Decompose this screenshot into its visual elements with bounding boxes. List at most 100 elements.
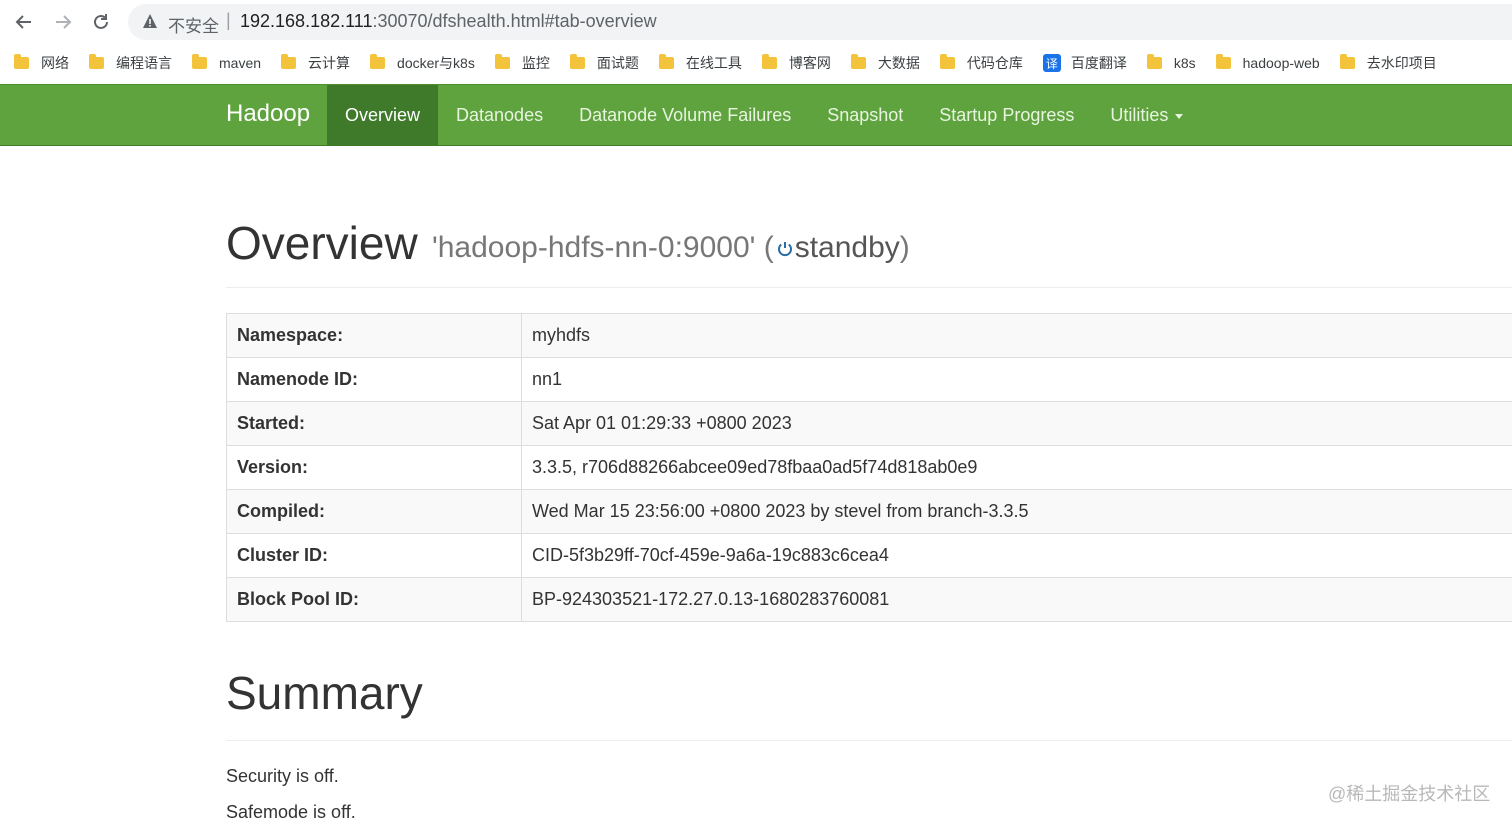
folder-icon — [658, 54, 674, 69]
hadoop-navbar: Hadoop Overview Datanodes Datanode Volume … — [0, 84, 1512, 146]
row-label: Version: — [226, 445, 522, 490]
nav-item-utilities[interactable]: Utilities — [1092, 85, 1201, 145]
bookmark-label: 去水印项目 — [1366, 55, 1437, 71]
bookmark-label: 博客网 — [788, 55, 831, 71]
folder-icon — [850, 54, 866, 69]
power-icon — [776, 232, 794, 266]
bookmark-item[interactable]: maven — [192, 54, 262, 71]
table-row: Block Pool ID: BP-924303521-172.27.0.13-1… — [226, 577, 1512, 622]
reload-icon — [94, 14, 108, 29]
bookmark-label: 代码仓库 — [966, 55, 1023, 71]
folder-icon — [14, 54, 29, 69]
folder-icon — [89, 54, 104, 69]
bookmark-label: maven — [219, 55, 262, 71]
namenode-host: 'hadoop-hdfs-nn-0:9000' — [432, 231, 756, 264]
bookmark-item[interactable]: 在线工具 — [658, 53, 742, 73]
url-text[interactable]: 192.168.182.111:30070/dfshealth.html#tab… — [240, 11, 657, 32]
brand-logo[interactable]: Hadoop — [226, 100, 310, 128]
table-row: Namenode ID: nn1 — [226, 357, 1512, 402]
row-value: myhdfs — [521, 313, 1512, 358]
nav-item-overview[interactable]: Overview — [327, 85, 439, 145]
insecure-label[interactable]: 不安全 — [168, 12, 219, 37]
nav-item-datanode-volume-failures[interactable]: Datanode Volume Failures — [561, 85, 809, 145]
nav-item-label: Datanodes — [456, 104, 544, 125]
back-button[interactable] — [12, 10, 36, 34]
row-value: CID-5f3b29ff-70cf-459e-9a6a-19c883c6cea4 — [521, 533, 1512, 578]
row-label: Namespace: — [226, 313, 522, 358]
arrow-right-icon — [56, 15, 72, 29]
row-value: nn1 — [521, 357, 1512, 402]
bookmark-item[interactable]: 代码仓库 — [939, 53, 1023, 73]
bookmark-label: docker与k8s — [397, 55, 475, 71]
row-value: BP-924303521-172.27.0.13-1680283760081 — [521, 577, 1512, 622]
nav-item-label: Datanode Volume Failures — [579, 104, 792, 125]
nav-item-startup-progress[interactable]: Startup Progress — [921, 85, 1092, 145]
caret-down-icon — [1175, 113, 1184, 119]
reload-button[interactable] — [89, 10, 113, 34]
bookmark-label: 百度翻译 — [1070, 55, 1127, 71]
table-row: Started: Sat Apr 01 01:29:33 +0800 2023 — [226, 401, 1512, 446]
safemode-status: Safemode is off. — [226, 802, 356, 822]
row-label: Cluster ID: — [226, 533, 522, 578]
row-value: Wed Mar 15 23:56:00 +0800 2023 by stevel… — [521, 489, 1512, 534]
row-label: Namenode ID: — [226, 357, 522, 402]
url-input[interactable]: 不安全 | 192.168.182.111:30070/dfshealth.ht… — [128, 4, 1512, 40]
table-row: Version: 3.3.5, r706d88266abcee09ed78fbaa… — [226, 445, 1512, 490]
bookmark-item[interactable]: 大数据 — [850, 53, 920, 73]
nav-item-label: Startup Progress — [939, 104, 1075, 125]
overview-header: Overview 'hadoop-hdfs-nn-0:9000' (standb… — [226, 216, 1512, 288]
warning-icon — [142, 13, 158, 34]
security-status: Security is off. — [226, 766, 339, 786]
row-label: Started: — [226, 401, 522, 446]
watermark: @稀土掘金技术社区 — [1328, 784, 1491, 804]
folder-icon — [1146, 54, 1162, 69]
folder-icon — [494, 54, 510, 69]
nav-item-datanodes[interactable]: Datanodes — [438, 85, 561, 145]
bookmark-label: 监控 — [521, 55, 550, 71]
url-host: 192.168.182.111 — [240, 11, 373, 31]
nav-item-snapshot[interactable]: Snapshot — [809, 85, 921, 145]
bookmark-item[interactable]: k8s — [1146, 54, 1196, 71]
row-label: Block Pool ID: — [226, 577, 522, 622]
arrow-left-icon — [15, 15, 31, 29]
row-value: 3.3.5, r706d88266abcee09ed78fbaa0ad5f74d… — [521, 445, 1512, 490]
bookmark-label: 编程语言 — [116, 55, 172, 71]
folder-icon — [370, 54, 386, 69]
bookmark-item[interactable]: hadoop-web — [1215, 54, 1320, 71]
bookmark-item[interactable]: 云计算 — [281, 53, 350, 73]
nav-item-label: Snapshot — [827, 104, 904, 125]
bookmark-label: 大数据 — [877, 55, 920, 71]
bookmark-item[interactable]: 网络 — [14, 53, 69, 73]
folder-icon — [1339, 54, 1355, 69]
bookmark-item[interactable]: 监控 — [494, 53, 550, 73]
bookmark-item[interactable]: 译百度翻译 — [1042, 53, 1127, 73]
folder-icon — [939, 54, 955, 69]
bookmark-item[interactable]: 面试题 — [569, 53, 639, 73]
bookmark-label: hadoop-web — [1242, 55, 1320, 71]
bookmark-label: 云计算 — [308, 55, 351, 71]
namenode-state: standby — [794, 231, 900, 264]
translate-icon: 译 — [1042, 54, 1061, 72]
bookmark-item[interactable]: 博客网 — [761, 53, 831, 73]
address-bar-area: 不安全 | 192.168.182.111:30070/dfshealth.ht… — [0, 0, 1512, 44]
folder-icon — [761, 54, 777, 69]
folder-icon — [569, 54, 585, 69]
url-path: :30070/dfshealth.html#tab-overview — [372, 11, 657, 31]
row-value: Sat Apr 01 01:29:33 +0800 2023 — [521, 401, 1512, 446]
bookmark-label: k8s — [1173, 55, 1196, 71]
bookmark-label: 网络 — [41, 55, 69, 71]
forward-button[interactable] — [51, 10, 75, 34]
bookmarks-bar: 网络 编程语言 maven 云计算 docker与k8s 监控 面试题 在线工具 博客网 大数据 代… — [0, 44, 1512, 82]
table-row: Cluster ID: CID-5f3b29ff-70cf-459e-9a6a-1… — [226, 533, 1512, 578]
folder-icon — [1215, 54, 1231, 69]
bookmark-label: 面试题 — [596, 55, 639, 71]
row-label: Compiled: — [226, 489, 522, 534]
table-row: Namespace: myhdfs — [226, 313, 1512, 358]
nav-item-label: Overview — [345, 104, 421, 125]
overview-table: Namespace: myhdfs Namenode ID: nn1 Started: S… — [226, 313, 1512, 622]
bookmark-item[interactable]: 去水印项目 — [1339, 53, 1437, 73]
bookmark-item[interactable]: docker与k8s — [370, 53, 475, 73]
nav-item-label: Utilities — [1110, 104, 1169, 125]
bookmark-label: 在线工具 — [685, 55, 742, 71]
bookmark-item[interactable]: 编程语言 — [89, 53, 172, 73]
